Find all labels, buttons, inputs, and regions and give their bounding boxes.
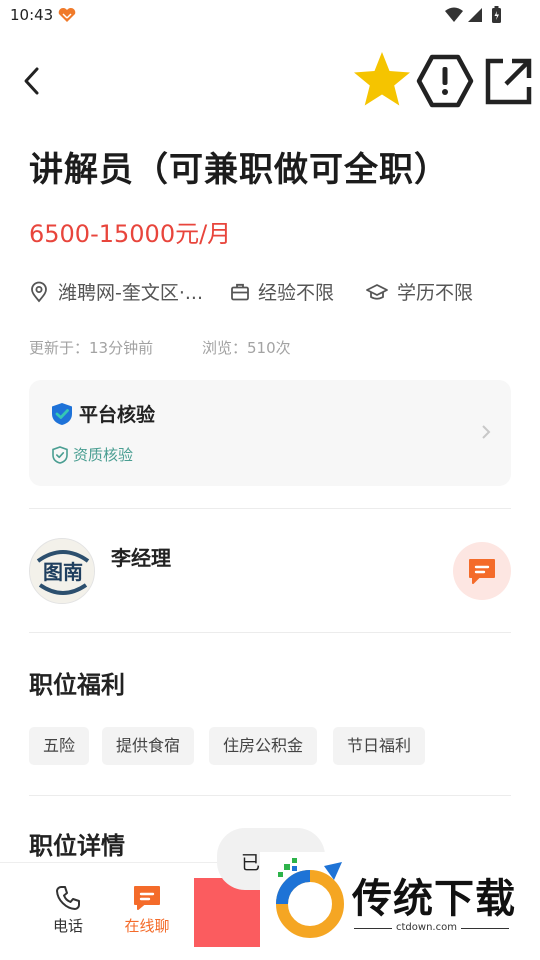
location-pin-icon (31, 281, 47, 302)
benefit-tag: 五险 (29, 727, 90, 765)
status-icons (444, 5, 506, 29)
watermark-url: ctdown.com (392, 922, 461, 933)
chat-icon (134, 886, 160, 910)
warning-octagon-icon (416, 54, 474, 108)
qualification-verified: 资质核验 (73, 446, 134, 464)
status-time: 10:43 (10, 6, 54, 24)
watermark-brand: 传统下载 (352, 876, 516, 922)
verification-title: 平台核验 (79, 404, 156, 426)
chevron-right-icon (482, 425, 491, 439)
avatar-logo-text: 图南 (43, 560, 83, 584)
divider (29, 795, 511, 796)
signal-icon (468, 8, 482, 22)
toast-text: 已 (241, 852, 261, 874)
share-external-icon (485, 58, 532, 105)
battery-icon (492, 6, 501, 23)
experience-text: 经验不限 (258, 282, 335, 304)
shield-outline-icon (52, 445, 68, 464)
graduation-cap-icon (366, 283, 388, 300)
platform-verification-card[interactable]: 平台核验 资质核验 (29, 380, 511, 486)
recruiter-name: 李经理 (111, 546, 171, 570)
report-button[interactable] (416, 54, 474, 108)
benefit-tag: 住房公积金 (209, 727, 318, 765)
favorite-button[interactable] (352, 50, 412, 110)
status-bar: 10:43 (0, 0, 540, 32)
benefit-tag: 节日福利 (333, 727, 426, 765)
recruiter-avatar[interactable]: 图南 (29, 538, 95, 604)
location-text: 潍聘网-奎文区·... (58, 282, 204, 304)
divider (29, 632, 511, 633)
online-chat-button[interactable]: 在线聊 (112, 881, 182, 945)
star-icon (354, 52, 410, 106)
phone-label: 电话 (52, 917, 83, 935)
watermark-logo-icon (276, 858, 344, 938)
chat-message-icon (469, 559, 495, 584)
watermark: 传统下载 ctdown.com (260, 852, 540, 952)
details-title: 职位详情 (29, 832, 125, 860)
experience-tag: 经验不限 (230, 278, 334, 305)
online-chat-label: 在线聊 (124, 917, 170, 935)
wifi-icon (445, 7, 463, 22)
top-nav (0, 50, 540, 110)
phone-icon (56, 886, 80, 910)
chevron-left-icon (24, 67, 39, 95)
share-button[interactable] (482, 54, 536, 108)
benefits-title: 职位福利 (29, 671, 125, 699)
job-attributes: 潍聘网-奎文区·... 经验不限 学历不限 (28, 278, 518, 306)
back-button[interactable] (18, 64, 48, 98)
phone-button[interactable]: 电话 (33, 881, 103, 945)
job-title: 讲解员（可兼职做可全职） (29, 150, 449, 190)
salary: 6500-15000元/月 (29, 220, 232, 248)
location-tag[interactable]: 潍聘网-奎文区·... (28, 278, 203, 305)
education-text: 学历不限 (397, 282, 474, 304)
briefcase-icon (231, 283, 249, 300)
shield-check-icon (52, 402, 72, 425)
chat-recruiter-button[interactable] (453, 542, 511, 600)
education-tag: 学历不限 (365, 278, 473, 305)
app-notification-icon (57, 7, 77, 27)
updated-time: 更新于：13分钟前 (29, 339, 154, 357)
divider (29, 508, 511, 509)
benefit-tag: 提供食宿 (102, 727, 195, 765)
view-count: 浏览：510次 (202, 339, 291, 357)
